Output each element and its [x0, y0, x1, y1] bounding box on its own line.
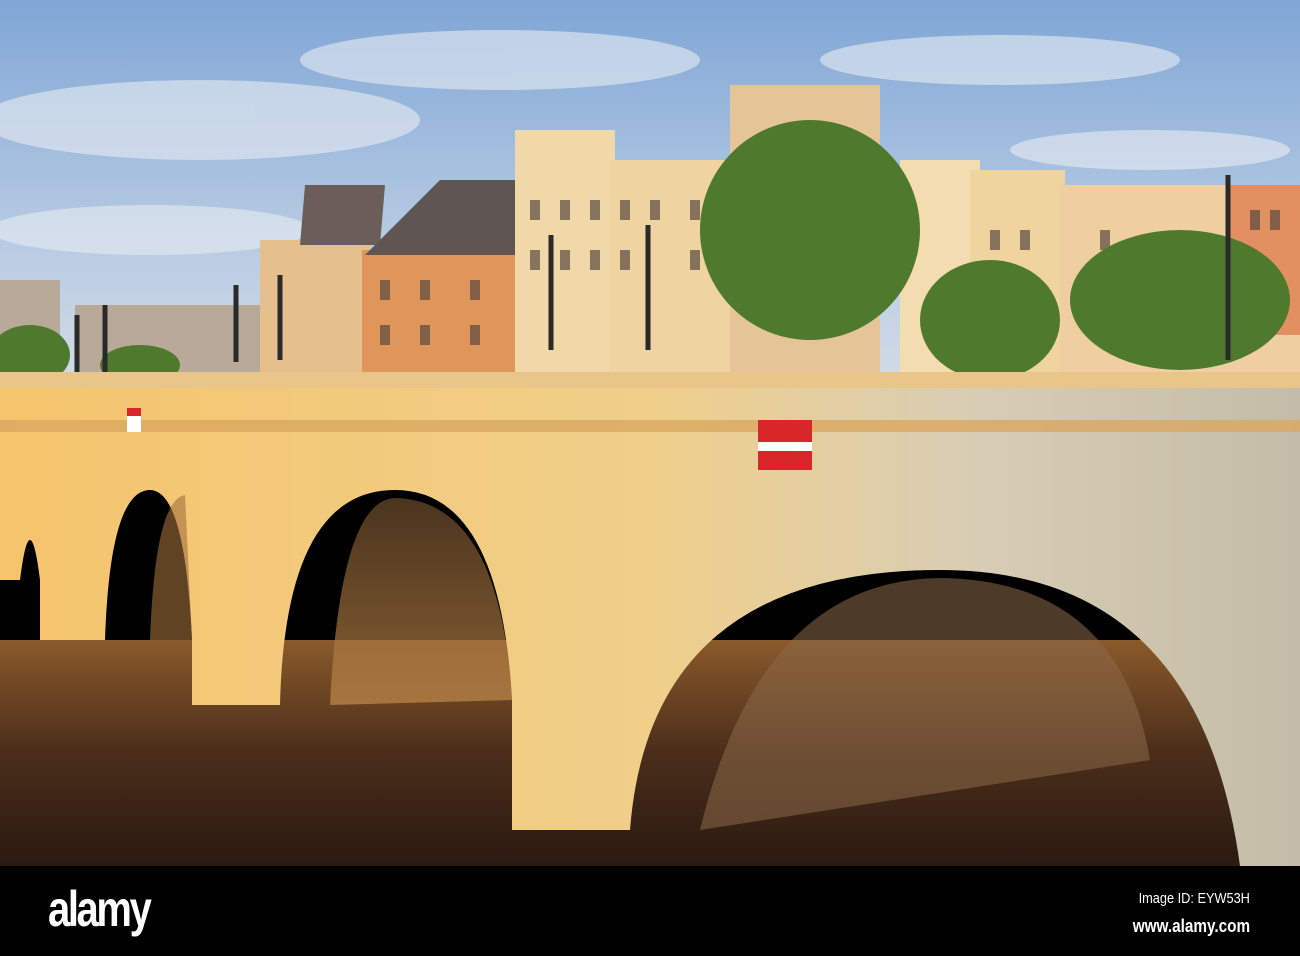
cornice	[0, 420, 1300, 432]
watermark-bar: alamy Image ID: EYW53H www.alamy.com	[0, 866, 1300, 956]
parapet	[0, 372, 1300, 388]
image-id: Image ID: EYW53H	[1138, 890, 1250, 907]
pont-neuf-photo	[0, 0, 1300, 866]
photo-frame: alamy Image ID: EYW53H www.alamy.com	[0, 0, 1300, 956]
arch-underside	[150, 495, 192, 640]
website-link: www.alamy.com	[1132, 916, 1250, 936]
alamy-logo: alamy	[48, 881, 152, 937]
